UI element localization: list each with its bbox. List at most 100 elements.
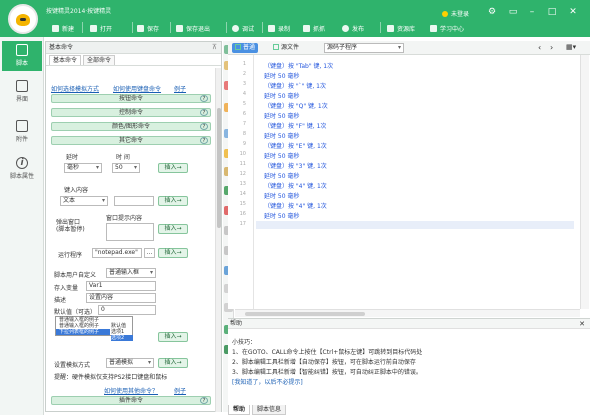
example-dropdown-popup: 普通输入框的例子 普通输入框的例子 下拉列表框的例子 默认值 选项1 选项2: [55, 316, 133, 341]
scroll-thumb[interactable]: [245, 312, 365, 316]
code-line[interactable]: 延时 50 毫秒: [264, 171, 299, 180]
help-circle-icon[interactable]: ?: [200, 137, 208, 144]
user-custom-select[interactable]: 普通输入框: [106, 268, 156, 278]
code-line[interactable]: （键盘）按 "F" 键, 1次: [264, 121, 326, 130]
input-content-label: 键入内容: [64, 187, 89, 194]
describe-field[interactable]: 设置内容: [86, 293, 156, 303]
user-status[interactable]: 未登录: [442, 9, 469, 18]
help-circle-icon[interactable]: ?: [200, 95, 208, 102]
code-line[interactable]: （键盘）按 "4" 键, 1次: [264, 181, 327, 190]
group-control-commands[interactable]: 控制命令?: [51, 108, 211, 117]
toolbar-open-button[interactable]: 打开: [90, 22, 112, 34]
tab-all-commands[interactable]: 全部命令: [83, 55, 116, 65]
layout-menu-icon[interactable]: ▦▾: [566, 43, 576, 51]
learn-icon: [430, 24, 437, 32]
code-line[interactable]: 延时 50 毫秒: [264, 151, 299, 160]
rail-item-ui[interactable]: 界面: [2, 77, 42, 107]
help-circle-icon[interactable]: ?: [200, 109, 208, 116]
code-line[interactable]: 延时 50 毫秒: [264, 111, 299, 120]
insert-popup-button[interactable]: 插入→: [158, 224, 188, 234]
record-icon: [268, 24, 275, 32]
group-button-commands[interactable]: 按钮命令?: [51, 94, 211, 103]
sim-mode-select[interactable]: 普通模拟: [106, 358, 154, 368]
toolbar-save-exit-button[interactable]: 保存退出: [176, 22, 210, 34]
insert-delay-button[interactable]: 插入→: [158, 163, 188, 173]
close-icon[interactable]: ✕: [579, 320, 585, 328]
browse-button[interactable]: ...: [144, 248, 155, 258]
code-line[interactable]: （键盘）按 "3" 键, 1次: [264, 161, 327, 170]
toolbar-library-button[interactable]: 资源库: [387, 22, 415, 34]
input-type-select[interactable]: 文本: [60, 196, 108, 206]
toolbar-save-button[interactable]: 保存: [137, 22, 159, 34]
rail-item-script[interactable]: 脚本: [2, 41, 42, 71]
save-icon: [137, 24, 144, 32]
command-panel-scrollbar[interactable]: [215, 68, 221, 412]
tab-help[interactable]: 帮助: [228, 405, 251, 415]
link-example[interactable]: 例子: [174, 84, 186, 93]
minimize-icon[interactable]: –: [527, 7, 537, 17]
tab-source-view[interactable]: 源文件: [270, 43, 302, 53]
code-line[interactable]: 延时 50 毫秒: [264, 131, 299, 140]
insert-run-button[interactable]: 插入→: [158, 248, 188, 258]
dropdown-item-selected[interactable]: 下拉列表框的例子: [56, 329, 110, 335]
delay-value-stepper[interactable]: 50: [112, 163, 140, 173]
insert-input-button[interactable]: 插入→: [158, 196, 188, 206]
help-title: 帮助: [228, 319, 590, 329]
code-line[interactable]: 延时 50 毫秒: [264, 191, 299, 200]
toolbar-debug-button[interactable]: 调试: [232, 22, 254, 34]
code-line[interactable]: （键盘）按 "Tab" 键, 1次: [264, 61, 333, 70]
code-line[interactable]: （键盘）按 "4" 键, 1次: [264, 201, 327, 210]
skin-icon[interactable]: ▭: [508, 7, 518, 17]
code-line[interactable]: （键盘）按 "`" 键, 1次: [264, 81, 326, 90]
help-circle-icon[interactable]: ?: [200, 397, 208, 404]
code-line[interactable]: 延时 50 毫秒: [264, 71, 299, 80]
toolbar-grab-button[interactable]: 抓抓: [303, 22, 325, 34]
tab-script-info[interactable]: 脚本信息: [252, 405, 287, 415]
link-how-use-other[interactable]: 如何使用其他命令？: [104, 386, 158, 395]
maximize-icon[interactable]: □: [547, 7, 557, 17]
code-editor[interactable]: （键盘）按 "Tab" 键, 1次 延时 50 毫秒 （键盘）按 "`" 键, 1次…: [256, 55, 574, 309]
subroutine-select[interactable]: 源码子程序: [324, 43, 404, 53]
side-item-selected[interactable]: 选项2: [111, 335, 133, 341]
pin-icon[interactable]: ⊼: [212, 43, 217, 51]
input-content-field[interactable]: [114, 196, 154, 206]
link-how-use-keyboard[interactable]: 如何使用键盘命令: [113, 84, 161, 93]
var-store-field[interactable]: Var1: [86, 281, 156, 291]
tab-basic-commands[interactable]: 基本命令: [49, 55, 82, 65]
group-other-commands[interactable]: 其它命令?: [51, 136, 211, 145]
dismiss-tip-link[interactable]: [我知道了，以后不必提示]: [232, 377, 303, 386]
popup-content-field[interactable]: [106, 223, 154, 241]
gear-icon[interactable]: ⚙: [487, 7, 497, 17]
rail-item-attachment[interactable]: 附件: [2, 117, 42, 147]
group-color-commands[interactable]: 颜色/图形命令?: [51, 122, 211, 131]
rail-item-properties[interactable]: i 脚本属性: [2, 154, 42, 184]
insert-sim-button[interactable]: 插入→: [158, 358, 188, 368]
help-circle-icon[interactable]: ?: [200, 123, 208, 130]
group-plugin-commands[interactable]: 插件命令?: [51, 396, 211, 405]
line-number: 3: [242, 81, 246, 87]
toolbar-learn-button[interactable]: 学习中心: [430, 22, 464, 34]
tab-normal-view[interactable]: 普通: [232, 43, 259, 53]
default-value-field[interactable]: 0: [98, 305, 156, 315]
scroll-thumb[interactable]: [217, 108, 221, 228]
line-number: 14: [239, 191, 246, 197]
code-line[interactable]: （键盘）按 "E" 键, 1次: [264, 141, 327, 150]
code-line[interactable]: 延时 50 毫秒: [264, 91, 299, 100]
code-line[interactable]: [256, 221, 574, 229]
toolbar-new-button[interactable]: 新建: [52, 22, 74, 34]
next-arrow-icon[interactable]: ›: [550, 43, 553, 52]
insert-custom-button[interactable]: 插入→: [158, 332, 188, 342]
delay-unit-select[interactable]: 毫秒: [64, 163, 102, 173]
run-program-field[interactable]: "notepad.exe": [92, 248, 142, 258]
editor-horizontal-scrollbar[interactable]: [235, 309, 580, 317]
prev-arrow-icon[interactable]: ‹: [538, 43, 541, 52]
toolbar-publish-button[interactable]: 发布: [342, 22, 364, 34]
close-icon[interactable]: ✕: [568, 7, 578, 17]
code-line[interactable]: （键盘）按 "Q" 键, 1次: [264, 101, 328, 110]
code-line[interactable]: 延时 50 毫秒: [264, 211, 299, 220]
editor-vertical-scrollbar[interactable]: [580, 55, 589, 309]
toolbar-record-button[interactable]: 录制: [268, 22, 290, 34]
link-how-choose-sim[interactable]: 如何选择模拟方式: [51, 84, 99, 93]
line-number: 15: [239, 201, 246, 207]
link-example-bottom[interactable]: 例子: [174, 386, 186, 395]
